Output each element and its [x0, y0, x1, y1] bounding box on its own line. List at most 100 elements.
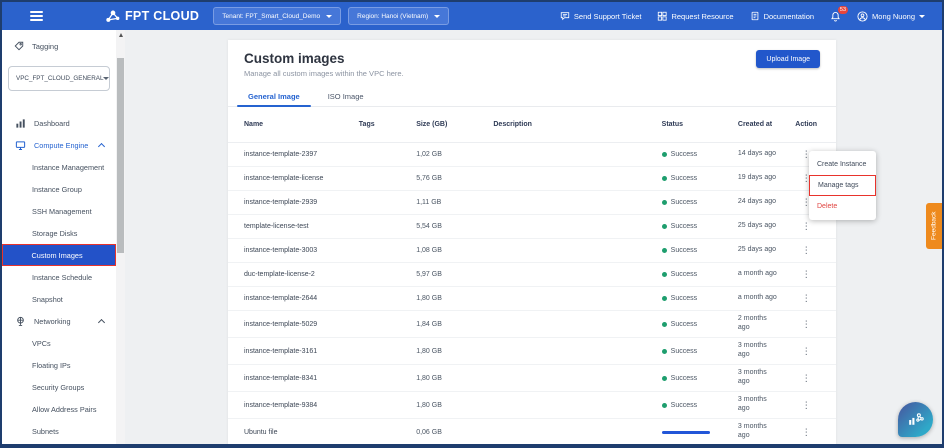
column-header-status: Status	[658, 121, 733, 128]
row-actions-button[interactable]: ⋮	[788, 245, 824, 256]
region-selector-label: Region: Hanoi (Vietnam)	[357, 13, 428, 20]
status-dot-icon	[662, 296, 667, 301]
cell-size: 1,80 GB	[416, 348, 493, 355]
chevron-up-icon	[98, 319, 105, 326]
status-dot-icon	[662, 322, 667, 327]
documentation-link[interactable]: Documentation	[750, 11, 814, 21]
sidebar-item-label: Networking	[34, 317, 71, 326]
cell-created: 3 months ago	[733, 369, 788, 387]
chevron-down-icon	[919, 15, 925, 18]
sidebar-item-instance-group[interactable]: Instance Group	[2, 178, 116, 200]
navbar-left: FPT CLOUD Tenant: FPT_Smart_Cloud_Demo R…	[2, 2, 449, 30]
fpt-cloud-logo[interactable]: FPT CLOUD	[105, 9, 199, 23]
support-chat-button[interactable]	[898, 402, 933, 437]
cell-created: 3 months ago	[733, 342, 788, 360]
sidebar-scrollbar[interactable]	[116, 30, 125, 444]
cell-name: instance-template-2939	[244, 199, 359, 206]
row-actions-button[interactable]: ⋮	[788, 400, 824, 411]
sidebar-item-instance-schedule[interactable]: Instance Schedule	[2, 266, 116, 288]
row-actions-button[interactable]: ⋮	[788, 319, 824, 330]
row-actions-button[interactable]: ⋮	[788, 293, 824, 304]
cell-status: Success	[658, 151, 733, 158]
status-dot-icon	[662, 272, 667, 277]
cell-name: instance-template-9384	[244, 402, 359, 409]
vpc-selector-value: VPC_FPT_CLOUD_GENERAL	[16, 75, 103, 82]
cell-action: ⋮	[788, 427, 824, 438]
sidebar-item-compute-engine[interactable]: Compute Engine	[2, 134, 116, 156]
cell-size: 0,06 GB	[416, 429, 493, 436]
sidebar-item-allow-address-pairs[interactable]: Allow Address Pairs	[2, 398, 116, 420]
documentation-icon	[750, 11, 760, 21]
sidebar-item-instance-management[interactable]: Instance Management	[2, 156, 116, 178]
upload-image-button[interactable]: Upload Image	[756, 50, 820, 68]
status-dot-icon	[662, 376, 667, 381]
column-header-name: Name	[244, 121, 359, 128]
sidebar-item-vpcs[interactable]: VPCs	[2, 332, 116, 354]
cell-size: 1,84 GB	[416, 321, 493, 328]
table-row: instance-template-29391,11 GBSuccess24 d…	[228, 191, 836, 215]
cell-name: instance-template-2397	[244, 151, 359, 158]
sidebar-item-floating-ips[interactable]: Floating IPs	[2, 354, 116, 376]
cell-status	[658, 431, 733, 434]
cell-status: Success	[658, 348, 733, 355]
cell-size: 5,54 GB	[416, 223, 493, 230]
row-actions-button[interactable]: ⋮	[788, 221, 824, 232]
cell-action: ⋮	[788, 293, 824, 304]
menu-item-create-instance[interactable]: Create Instance	[809, 154, 876, 175]
sidebar: Tagging VPC_FPT_CLOUD_GENERAL DashboardC…	[2, 30, 116, 444]
request-resource-link[interactable]: Request Resource	[657, 11, 733, 21]
menu-item-delete[interactable]: Delete	[809, 196, 876, 217]
images-table: NameTagsSize (GB)DescriptionStatusCreate…	[228, 107, 836, 446]
sidebar-item-storage-disks[interactable]: Storage Disks	[2, 222, 116, 244]
feedback-tab[interactable]: Feedback	[926, 203, 942, 249]
sidebar-item-dashboard[interactable]: Dashboard	[2, 112, 116, 134]
tab-general-image[interactable]: General Image	[234, 87, 314, 106]
compute-icon	[15, 140, 26, 151]
table-row: instance-template-23971,02 GBSuccess14 d…	[228, 143, 836, 167]
cell-size: 1,80 GB	[416, 402, 493, 409]
status-label: Success	[671, 199, 697, 206]
tenant-selector[interactable]: Tenant: FPT_Smart_Cloud_Demo	[213, 7, 341, 25]
table-row: instance-template-93841,80 GBSuccess3 mo…	[228, 392, 836, 419]
cell-action: ⋮	[788, 269, 824, 280]
menu-item-manage-tags[interactable]: Manage tags	[809, 175, 876, 196]
row-actions-button[interactable]: ⋮	[788, 346, 824, 357]
tag-icon	[14, 41, 24, 51]
sidebar-item-custom-images[interactable]: Custom Images	[2, 244, 116, 266]
status-dot-icon	[662, 403, 667, 408]
vpc-selector[interactable]: VPC_FPT_CLOUD_GENERAL	[8, 66, 110, 91]
cell-size: 1,80 GB	[416, 375, 493, 382]
cell-status: Success	[658, 271, 733, 278]
status-label: Success	[671, 375, 697, 382]
sidebar-item-label: Security Groups	[32, 383, 84, 392]
user-menu[interactable]: Mong Nuong	[857, 11, 925, 22]
scrollbar-thumb[interactable]	[117, 58, 124, 253]
sidebar-item-snapshot[interactable]: Snapshot	[2, 288, 116, 310]
region-selector[interactable]: Region: Hanoi (Vietnam)	[348, 7, 449, 25]
cell-created: 14 days ago	[733, 150, 788, 159]
cell-name: template-license-test	[244, 223, 359, 230]
menu-toggle-icon[interactable]	[30, 11, 43, 20]
notifications-button[interactable]: 53	[830, 11, 841, 22]
table-row: instance-template-30031,08 GBSuccess25 d…	[228, 239, 836, 263]
sidebar-item-label: Snapshot	[32, 295, 63, 304]
send-support-ticket-link[interactable]: Send Support Ticket	[560, 11, 642, 21]
row-actions-button[interactable]: ⋮	[788, 269, 824, 280]
cell-created: 25 days ago	[733, 246, 788, 255]
tenant-selector-label: Tenant: FPT_Smart_Cloud_Demo	[222, 13, 320, 20]
sidebar-item-label: Instance Management	[32, 163, 104, 172]
cell-name: instance-template-3003	[244, 247, 359, 254]
sidebar-item-networking[interactable]: Networking	[2, 310, 116, 332]
chevron-down-icon	[434, 15, 440, 18]
sidebar-item-ssh-management[interactable]: SSH Management	[2, 200, 116, 222]
cell-action: ⋮	[788, 400, 824, 411]
panel-header: Custom images Manage all custom images w…	[228, 40, 836, 78]
tab-iso-image[interactable]: ISO Image	[314, 87, 378, 106]
sidebar-item-subnets[interactable]: Subnets	[2, 420, 116, 442]
sidebar-item-security-groups[interactable]: Security Groups	[2, 376, 116, 398]
row-actions-button[interactable]: ⋮	[788, 427, 824, 438]
page-title: Custom images	[244, 51, 820, 66]
row-actions-button[interactable]: ⋮	[788, 373, 824, 384]
sidebar-item-tagging[interactable]: Tagging	[2, 38, 116, 54]
cell-size: 1,80 GB	[416, 295, 493, 302]
